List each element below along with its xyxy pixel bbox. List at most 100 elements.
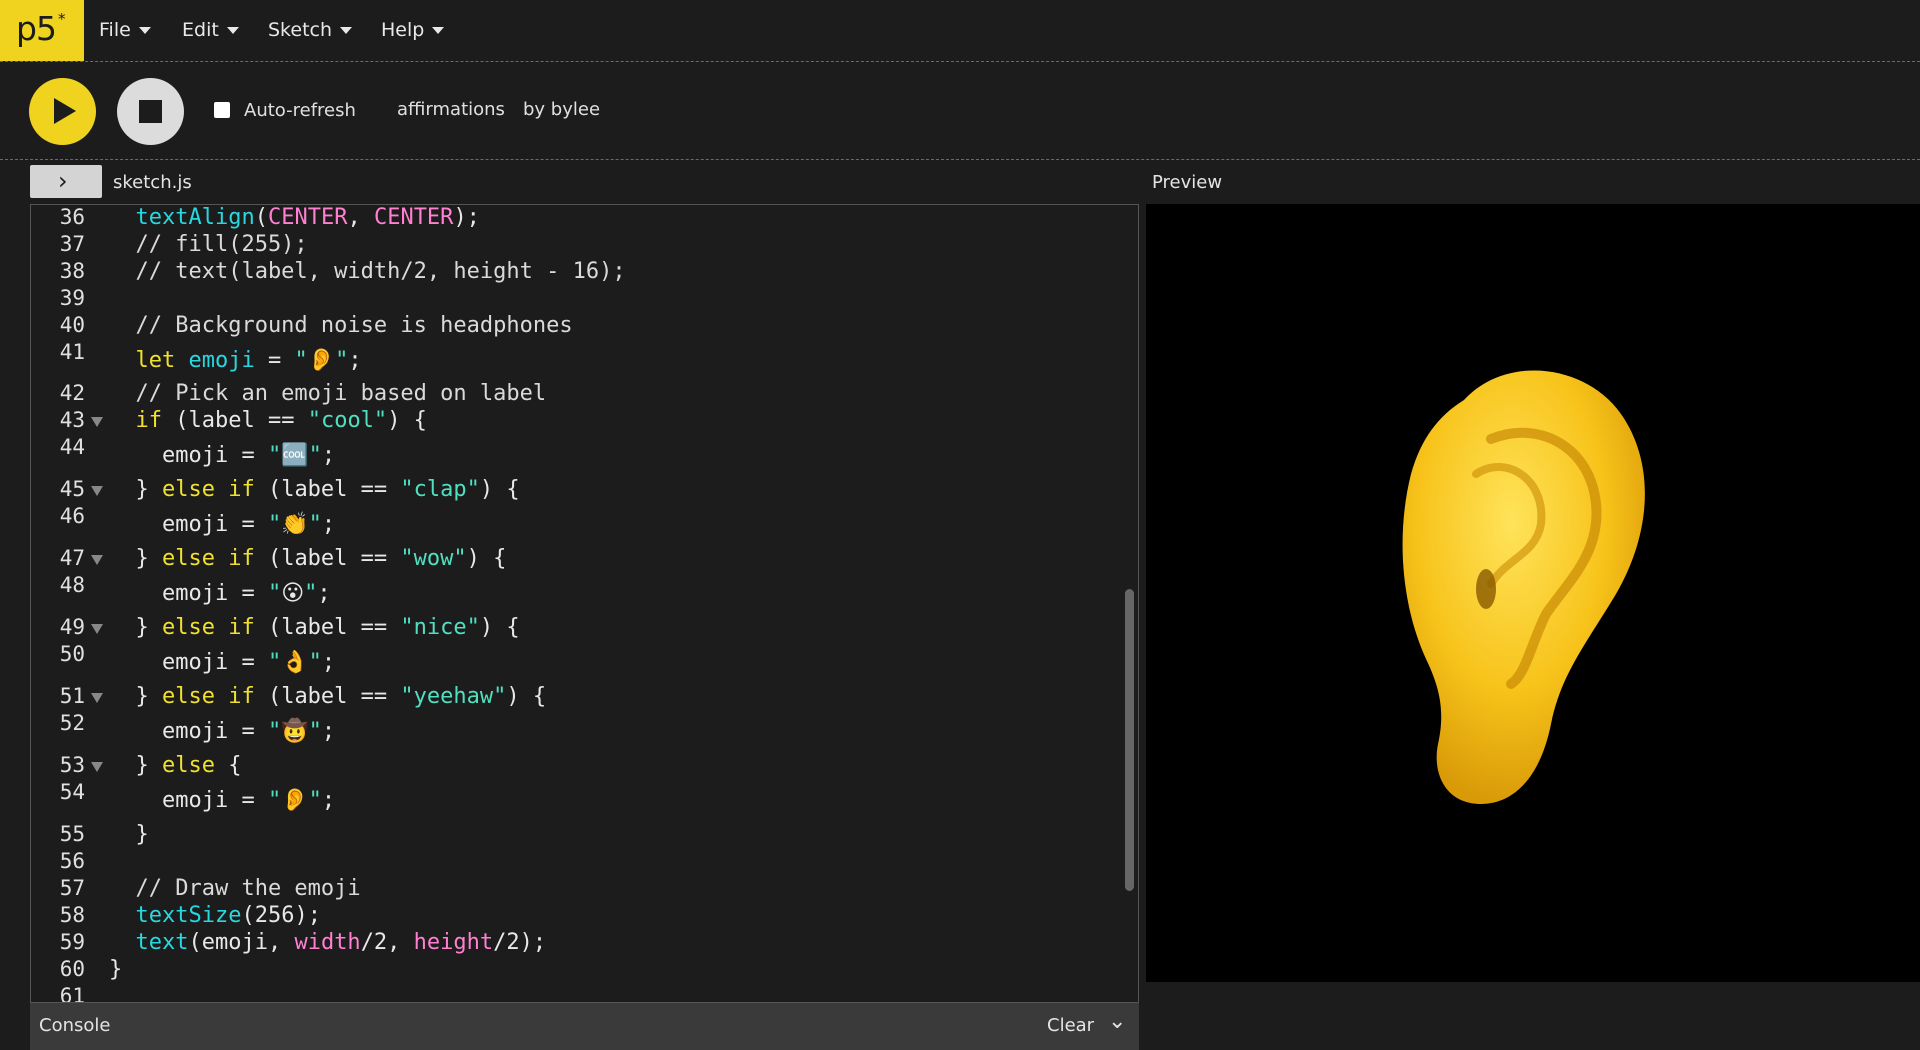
menu-sketch[interactable]: Sketch (268, 19, 353, 41)
wow-emoji: 😮 (281, 581, 305, 606)
menu-sketch-label: Sketch (268, 19, 333, 41)
code-line: } else if (label == "nice") { (109, 615, 520, 640)
menu-file[interactable]: File (99, 19, 151, 41)
line-number: 39 (59, 286, 85, 310)
auto-refresh-label: Auto-refresh (244, 100, 356, 121)
sketch-name[interactable]: affirmations (397, 99, 505, 120)
line-number: 61 (59, 984, 85, 1003)
editor-scrollbar[interactable] (1125, 589, 1134, 891)
line-number: 53 (59, 753, 85, 777)
line-number: 59 (59, 930, 85, 954)
fold-arrow-icon[interactable] (91, 693, 103, 703)
code-line: let emoji = "👂"; (135, 348, 362, 373)
code-line: // fill(255); (109, 232, 308, 257)
line-number: 49 (59, 615, 85, 639)
preview-label: Preview (1152, 172, 1223, 193)
line-number: 58 (59, 903, 85, 927)
code-line: emoji = "😮"; (109, 581, 331, 606)
code-line: } (109, 822, 149, 847)
code-line: textSize(256); (135, 903, 321, 928)
line-number: 50 (59, 642, 85, 666)
stop-button[interactable] (117, 78, 184, 145)
code-line: emoji = "🤠"; (109, 719, 336, 744)
chevron-down-icon (226, 27, 239, 34)
code-line: emoji = "👏"; (109, 512, 336, 537)
p5-logo[interactable]: p5 * (0, 0, 84, 61)
line-number: 38 (59, 259, 85, 283)
fold-arrow-icon[interactable] (91, 762, 103, 772)
line-number: 51 (59, 684, 85, 708)
code-line: emoji = "👌"; (109, 650, 336, 675)
preview-footer (1146, 982, 1920, 1050)
ok-hand-emoji: 👌 (281, 650, 309, 675)
logo-star: * (58, 10, 66, 28)
code-line: } else if (label == "clap") { (109, 477, 520, 502)
console-bar: Console Clear ⌄ (30, 1003, 1139, 1050)
play-icon (54, 98, 76, 124)
line-number: 54 (59, 780, 85, 804)
line-number: 44 (59, 435, 85, 459)
file-tab-sketch-js[interactable]: sketch.js (113, 172, 192, 193)
code-line: emoji = "👂"; (109, 788, 336, 813)
chevron-down-icon[interactable]: ⌄ (1108, 1009, 1126, 1034)
line-number: 55 (59, 822, 85, 846)
line-number: 60 (59, 957, 85, 981)
code-line: } else if (label == "yeehaw") { (109, 684, 547, 709)
console-clear-button[interactable]: Clear (1047, 1015, 1094, 1036)
ear-emoji: 👂 (307, 348, 336, 373)
fold-arrow-icon[interactable] (91, 417, 103, 427)
chevron-down-icon (138, 27, 151, 34)
code-line: // Pick an emoji based on label (109, 381, 547, 406)
auto-refresh-checkbox[interactable] (214, 102, 230, 118)
preview-canvas[interactable] (1146, 204, 1920, 982)
toolbar: Auto-refresh affirmations by bylee (0, 62, 1920, 160)
line-number: 57 (59, 876, 85, 900)
menu-edit-label: Edit (182, 19, 219, 41)
line-number: 48 (59, 573, 85, 597)
clap-emoji: 👏 (281, 512, 309, 537)
code-line: textAlign(CENTER, CENTER); (135, 205, 480, 230)
top-nav: p5 * File Edit Sketch Help (0, 0, 1920, 62)
fold-arrow-icon[interactable] (91, 486, 103, 496)
menu-help-label: Help (381, 19, 425, 41)
line-number: 46 (59, 504, 85, 528)
code-line: if (label == "cool") { (135, 408, 427, 433)
code-line: // text(label, width/2, height - 16); (109, 259, 626, 284)
line-number: 36 (59, 205, 85, 229)
logo-text: p5 (16, 9, 57, 48)
play-button[interactable] (29, 78, 96, 145)
menu-file-label: File (99, 19, 131, 41)
line-number-gutter: 36 37 38 39 40 41 42 43 44 45 46 47 48 4… (31, 205, 89, 1002)
menu-edit[interactable]: Edit (182, 19, 239, 41)
code-line: emoji = "🆒"; (109, 443, 336, 468)
sketch-author[interactable]: by bylee (523, 99, 600, 120)
line-number: 56 (59, 849, 85, 873)
chevron-down-icon (432, 27, 445, 34)
fold-arrow-icon[interactable] (91, 555, 103, 565)
chevron-down-icon (340, 27, 353, 34)
line-number: 42 (59, 381, 85, 405)
chevron-right-icon: › (58, 167, 68, 195)
code-line: } else if (label == "wow") { (109, 546, 507, 571)
stop-icon (139, 100, 162, 123)
console-label: Console (39, 1015, 111, 1036)
fold-arrow-icon[interactable] (91, 624, 103, 634)
code-line: // Background noise is headphones (109, 313, 573, 338)
code-editor[interactable]: 36 37 38 39 40 41 42 43 44 45 46 47 48 4… (30, 204, 1139, 1003)
code-line: } (109, 957, 123, 982)
menu-help[interactable]: Help (381, 19, 445, 41)
toggle-sidebar-button[interactable]: › (30, 165, 102, 198)
line-number: 43 (59, 408, 85, 432)
line-number: 40 (59, 313, 85, 337)
code-line: // Draw the emoji (109, 876, 361, 901)
line-number: 45 (59, 477, 85, 501)
line-number: 37 (59, 232, 85, 256)
ear-emoji: 👂 (281, 788, 309, 813)
code-line: text(emoji, width/2, height/2); (135, 930, 547, 955)
line-number: 41 (59, 340, 85, 364)
code-line: } else { (109, 753, 242, 778)
line-number: 52 (59, 711, 85, 735)
code-content[interactable]: textAlign(CENTER, CENTER); // fill(255);… (109, 205, 1112, 1002)
